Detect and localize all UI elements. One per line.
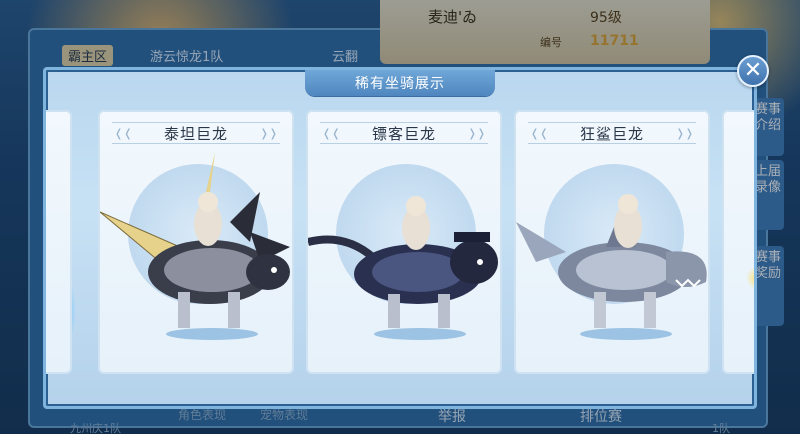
mount-card-next[interactable] — [722, 110, 754, 374]
close-icon: ✕ — [743, 58, 763, 83]
ornament-left-icon: ❬❬ — [530, 127, 549, 140]
mount-card[interactable]: ❬❬ 狂鲨巨龙 ❭❭ — [514, 110, 710, 374]
ornament-right-icon: ❭❭ — [259, 127, 278, 140]
rare-mount-modal: 稀有坐骑展示 ❬❬ 泰坦巨龙 ❭❭ ❬❬ 镖客巨龙 ❭❭ ❬❬ 狂鲨巨龙 ❭❭ — [43, 67, 757, 409]
modal-header: 稀有坐骑展示 — [46, 70, 754, 96]
ornament-left-icon: ❬❬ — [322, 127, 341, 140]
mount-card[interactable]: ❬❬ 镖客巨龙 ❭❭ — [306, 110, 502, 374]
mount-name-banner: ❬❬ 泰坦巨龙 ❭❭ — [112, 122, 280, 144]
ornament-right-icon: ❭❭ — [675, 127, 694, 140]
ornament-right-icon: ❭❭ — [467, 127, 486, 140]
mount-carousel[interactable]: ❬❬ 泰坦巨龙 ❭❭ ❬❬ 镖客巨龙 ❭❭ ❬❬ 狂鲨巨龙 ❭❭ — [46, 106, 754, 402]
mount-name: 镖客巨龙 — [371, 124, 436, 143]
close-button[interactable]: ✕ — [737, 55, 769, 87]
titan-dragon-mount-image — [100, 152, 290, 340]
ornament-left-icon: ❬❬ — [114, 127, 133, 140]
modal-title: 稀有坐骑展示 — [305, 70, 495, 96]
gunslinger-dragon-mount-image — [308, 196, 498, 340]
next-card-glow — [746, 266, 754, 290]
mount-card-previous[interactable] — [46, 110, 72, 374]
mount-name: 狂鲨巨龙 — [579, 124, 644, 143]
mount-card[interactable]: ❬❬ 泰坦巨龙 ❭❭ — [98, 110, 294, 374]
mount-name: 泰坦巨龙 — [163, 124, 228, 143]
shark-dragon-mount-image — [516, 194, 707, 340]
mount-name-banner: ❬❬ 镖客巨龙 ❭❭ — [320, 122, 488, 144]
mount-name-banner: ❬❬ 狂鲨巨龙 ❭❭ — [528, 122, 696, 144]
